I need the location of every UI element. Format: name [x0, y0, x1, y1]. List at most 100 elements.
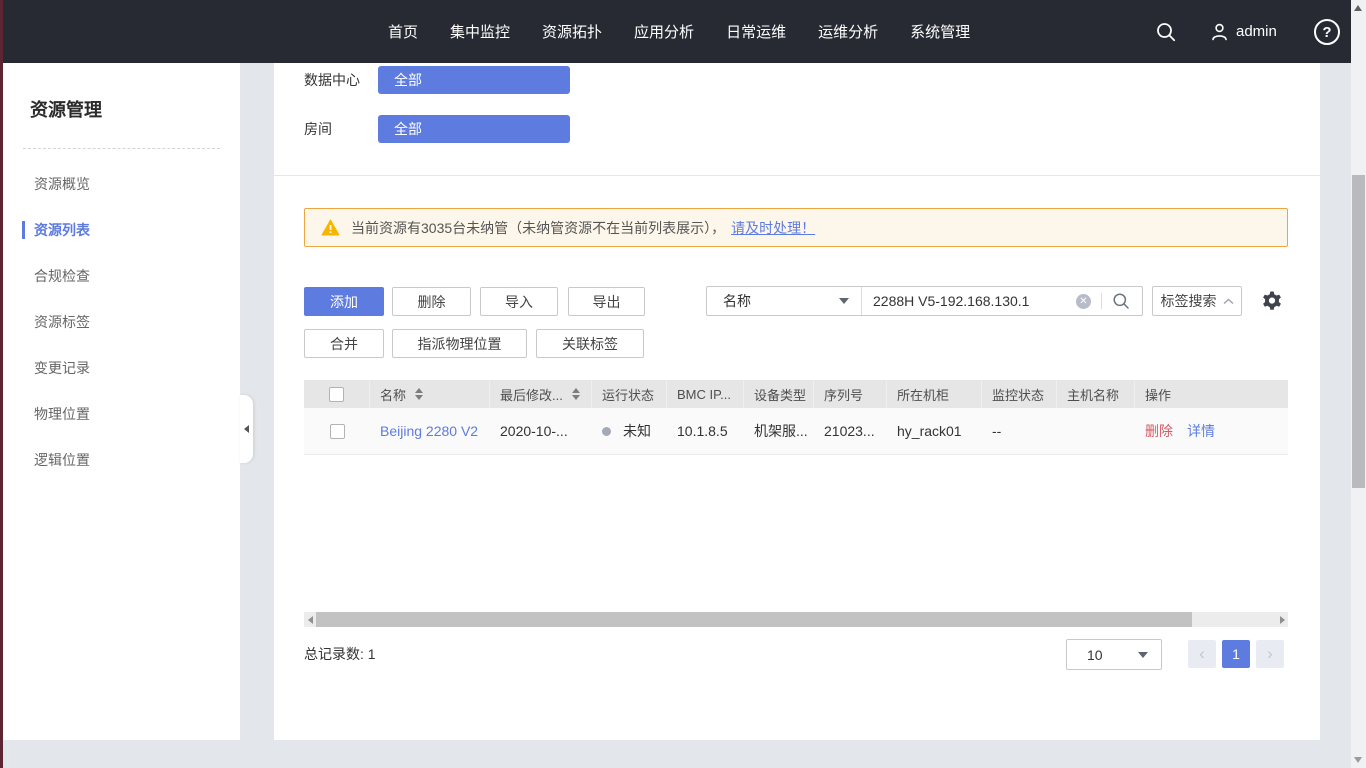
column-header-cabinet: 所在机柜 [887, 380, 982, 408]
cell-run-status: 未知 [592, 408, 667, 454]
delete-button[interactable]: 删除 [392, 287, 471, 316]
datacenter-filter-button[interactable]: 全部 [378, 66, 570, 94]
username-label: admin [1236, 23, 1277, 40]
sidebar-title: 资源管理 [30, 96, 240, 122]
sidebar-item-resource-overview[interactable]: 资源概览 [3, 161, 240, 207]
warning-icon [321, 219, 340, 236]
column-settings-button[interactable] [1256, 286, 1288, 316]
column-header-bmc-ip: BMC IP... [667, 380, 744, 408]
sort-icon[interactable] [415, 388, 423, 400]
sidebar-collapse-handle[interactable] [240, 395, 253, 463]
table-header: 名称 最后修改... 运行状态 BMC IP... 设备类型 序列号 所在机柜 … [304, 380, 1288, 408]
sidebar-divider [23, 148, 220, 149]
bmc-ip-value: 10.1.8.5 [677, 423, 728, 439]
sidebar-item-resource-tags[interactable]: 资源标签 [3, 299, 240, 345]
modified-value: 2020-10-... [500, 423, 568, 439]
chevron-up-icon [1223, 298, 1234, 305]
sidebar-item-physical-location[interactable]: 物理位置 [3, 391, 240, 437]
search-icon[interactable] [1155, 21, 1177, 48]
filter-row-room: 房间 全部 [304, 115, 570, 143]
search-bar: 名称 ✕ [706, 286, 1143, 316]
column-header-device-type: 设备类型 [744, 380, 814, 408]
merge-button[interactable]: 合并 [304, 329, 384, 358]
warning-message: 当前资源有3035台未纳管（未纳管资源不在当前列表展示）， [351, 218, 725, 238]
total-records-label: 总记录数: 1 [304, 644, 376, 664]
column-header-name[interactable]: 名称 [370, 380, 490, 408]
chevron-down-icon [839, 298, 849, 304]
sidebar-item-label: 物理位置 [34, 404, 90, 424]
horizontal-scrollbar-thumb[interactable] [316, 612, 1192, 627]
row-detail-link[interactable]: 详情 [1187, 421, 1215, 441]
assign-physical-location-button[interactable]: 指派物理位置 [392, 329, 527, 358]
nav-item-ops-analysis[interactable]: 运维分析 [818, 21, 878, 42]
scroll-left-arrow[interactable] [304, 612, 316, 627]
horizontal-scrollbar [304, 612, 1288, 627]
column-label: 操作 [1145, 385, 1171, 404]
tag-search-button[interactable]: 标签搜索 [1152, 286, 1242, 316]
nav-item-topology[interactable]: 资源拓扑 [542, 21, 602, 42]
sidebar: 资源管理 资源概览 资源列表 合规检查 资源标签 变更记录 物理位置 逻辑位置 [3, 63, 240, 740]
page-1-button[interactable]: 1 [1222, 640, 1250, 668]
scroll-right-arrow[interactable] [1276, 612, 1288, 627]
user-icon [1210, 22, 1229, 42]
search-input[interactable] [862, 293, 1076, 309]
row-delete-link[interactable]: 删除 [1145, 421, 1173, 441]
column-label: 所在机柜 [897, 385, 949, 404]
collapse-arrow-icon [244, 425, 249, 433]
user-menu[interactable]: admin [1210, 0, 1277, 63]
column-header-monitor-status: 监控状态 [982, 380, 1057, 408]
search-field-value: 名称 [723, 291, 839, 311]
add-button[interactable]: 添加 [304, 287, 384, 316]
column-label: 监控状态 [992, 385, 1044, 404]
scroll-up-arrow[interactable] [1354, 5, 1362, 11]
cell-serial: 21023... [814, 408, 887, 454]
nav-item-app-analysis[interactable]: 应用分析 [634, 21, 694, 42]
row-select-cell [304, 408, 370, 454]
sidebar-item-logical-location[interactable]: 逻辑位置 [3, 437, 240, 483]
column-label: BMC IP... [677, 387, 731, 402]
cell-monitor-status: -- [982, 408, 1057, 454]
resource-name-link[interactable]: Beijing 2280 V2 [380, 423, 478, 439]
column-header-modified[interactable]: 最后修改... [490, 380, 592, 408]
row-checkbox[interactable] [330, 424, 345, 439]
nav-item-monitoring[interactable]: 集中监控 [450, 21, 510, 42]
search-field-select[interactable]: 名称 [707, 287, 862, 315]
next-page-button[interactable]: › [1256, 640, 1284, 668]
page-size-value: 10 [1087, 647, 1138, 663]
prev-page-button[interactable]: ‹ [1188, 640, 1216, 668]
app-screen: 首页 集中监控 资源拓扑 应用分析 日常运维 运维分析 系统管理 admin ?… [0, 0, 1366, 768]
window-left-edge [0, 0, 3, 768]
sidebar-item-label: 资源列表 [34, 220, 90, 240]
clear-search-icon[interactable]: ✕ [1076, 294, 1091, 309]
import-button[interactable]: 导入 [480, 287, 558, 316]
submit-search-icon[interactable] [1112, 292, 1130, 310]
cell-device-type: 机架服... [744, 408, 814, 454]
sidebar-item-label: 资源标签 [34, 312, 90, 332]
page-size-select[interactable]: 10 [1066, 639, 1162, 670]
column-header-run-status: 运行状态 [592, 380, 667, 408]
sort-icon[interactable] [572, 388, 580, 400]
handle-now-link[interactable]: 请及时处理！ [731, 218, 815, 238]
sidebar-item-resource-list[interactable]: 资源列表 [3, 207, 240, 253]
associate-tag-button[interactable]: 关联标签 [536, 329, 644, 358]
sidebar-item-label: 逻辑位置 [34, 450, 90, 470]
vertical-scrollbar-thumb[interactable] [1352, 175, 1365, 488]
nav-item-daily-ops[interactable]: 日常运维 [726, 21, 786, 42]
sidebar-item-compliance-check[interactable]: 合规检查 [3, 253, 240, 299]
column-label: 最后修改... [500, 385, 563, 404]
export-button[interactable]: 导出 [568, 287, 645, 316]
nav-item-system-mgmt[interactable]: 系统管理 [910, 21, 970, 42]
scroll-down-arrow[interactable] [1354, 757, 1362, 763]
cabinet-value: hy_rack01 [897, 423, 962, 439]
sidebar-item-change-records[interactable]: 变更记录 [3, 345, 240, 391]
table-row: Beijing 2280 V2 2020-10-... 未知 10.1.8.5 … [304, 408, 1288, 455]
room-filter-button[interactable]: 全部 [378, 115, 570, 143]
warning-banner: 当前资源有3035台未纳管（未纳管资源不在当前列表展示）， 请及时处理！ [304, 208, 1288, 247]
main-panel: 当前资源有3035台未纳管（未纳管资源不在当前列表展示）， 请及时处理！ 添加 … [274, 176, 1320, 740]
select-all-checkbox[interactable] [329, 387, 344, 402]
column-label: 名称 [380, 385, 406, 404]
help-icon[interactable]: ? [1314, 19, 1340, 45]
active-indicator [22, 221, 25, 239]
main-menu: 首页 集中监控 资源拓扑 应用分析 日常运维 运维分析 系统管理 [388, 0, 970, 63]
nav-item-home[interactable]: 首页 [388, 21, 418, 42]
